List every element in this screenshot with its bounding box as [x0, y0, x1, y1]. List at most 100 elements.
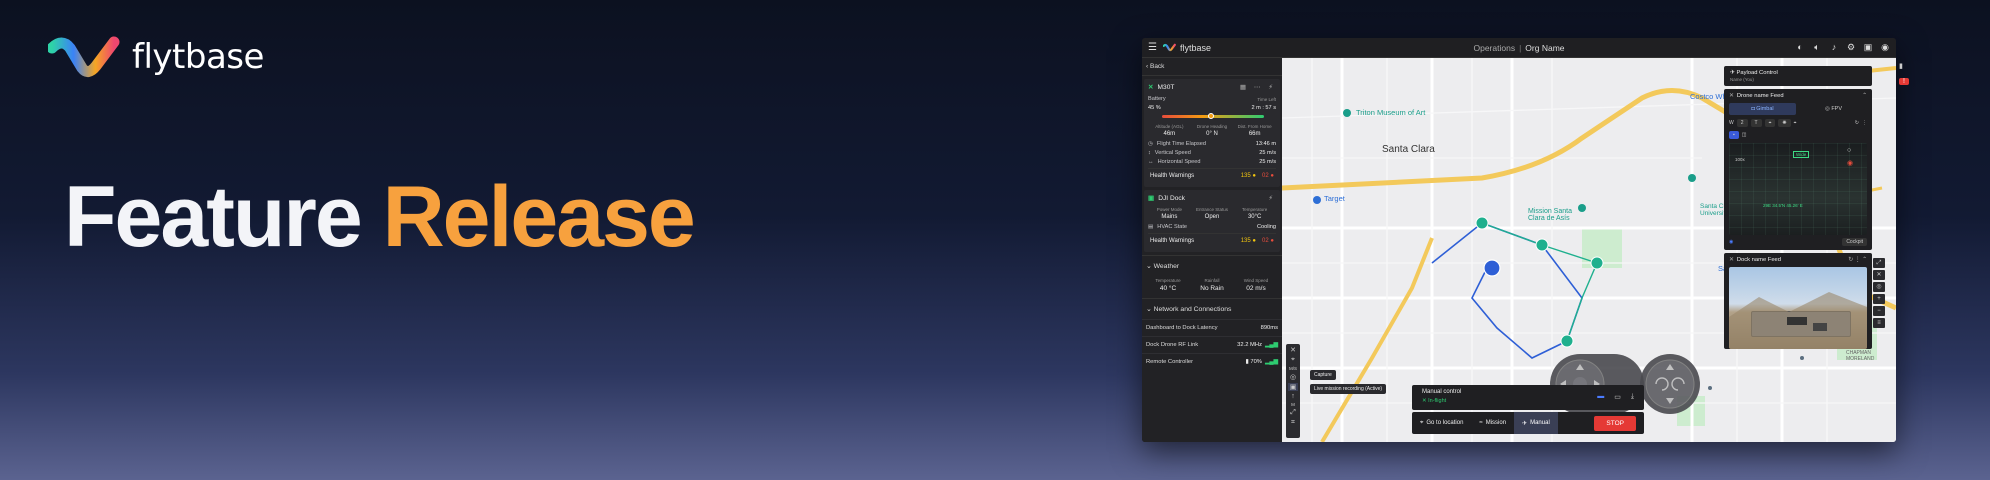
map-tool-ms[interactable]: M/S [1289, 366, 1297, 371]
view-split-icon[interactable]: ◫ [1742, 132, 1747, 138]
zoom-tele[interactable]: T [1750, 119, 1762, 127]
altitude-value: 46m [1163, 131, 1176, 137]
hvac-label: HVAC State [1157, 224, 1188, 230]
controller-icon[interactable]: ▭ [1614, 393, 1621, 401]
settings-icon[interactable]: ⚙ [1846, 42, 1856, 53]
stop-button[interactable]: STOP [1594, 415, 1636, 431]
latency-value: 890ms [1260, 325, 1278, 331]
eye-icon[interactable]: ◉ [1729, 239, 1733, 245]
mission-button[interactable]: ≈ Mission [1471, 412, 1514, 434]
compass-icon[interactable]: ◎ [1873, 282, 1885, 292]
chevron-up-icon[interactable]: ⌃ [1862, 93, 1867, 99]
back-button[interactable]: ‹ Back [1142, 58, 1282, 76]
health-warnings-label: Health Warnings [1150, 173, 1195, 179]
signal-icon: ▂▄▆ [1264, 342, 1278, 348]
manual-button[interactable]: ✈︎ Manual [1514, 412, 1558, 434]
close-icon[interactable]: ✕ [1729, 257, 1734, 263]
view-toggle: ▪ ◫ [1729, 131, 1867, 139]
map-tool-m[interactable]: M [1291, 402, 1295, 407]
zoom-2[interactable]: 2 [1736, 119, 1748, 127]
cockpit-button[interactable]: Cockpit [1842, 238, 1867, 246]
tab-fpv[interactable]: ◎ FPV [1800, 103, 1867, 115]
top-bar: ☰ flytbase Operations | Org Name ◐ 🔈︎ ♪ ⚙ … [1142, 38, 1896, 58]
location-icon[interactable]: ⌖ [1291, 356, 1295, 364]
payload-control[interactable]: ✈︎ Payload Control Name (You) [1724, 66, 1872, 86]
user-icon[interactable]: ◉ [1880, 42, 1890, 53]
map-label-triton: Triton Museum of Art [1356, 108, 1426, 117]
heading-value: 0° N [1206, 131, 1218, 137]
flytbase-logo-icon [1162, 43, 1176, 52]
rc-label: Remote Controller [1146, 359, 1194, 365]
expand-icon[interactable]: ⤢ [1873, 258, 1885, 268]
fpv-icon: ◎ [1824, 106, 1830, 112]
zoom-in-icon[interactable]: + [1873, 294, 1885, 304]
dock-camera-feed[interactable] [1729, 267, 1867, 349]
map-label-santa-clara: Santa Clara [1382, 144, 1435, 155]
layers-icon[interactable]: ≡ [1873, 318, 1885, 328]
manual-control-panel: Manual control ✕ In-flight ▬ ▭ ⤓ [1412, 385, 1644, 410]
gift-icon[interactable]: ▣ [1863, 42, 1873, 53]
dock-card-tools[interactable]: ⚡︎ [1268, 194, 1276, 202]
volume-icon[interactable]: 🔈︎ [1812, 42, 1822, 53]
notification-icon[interactable]: ▮ [1899, 62, 1909, 70]
arrow-up-icon[interactable]: ↑ [1291, 393, 1295, 400]
go-to-location-button[interactable]: ⌖ Go to location [1412, 412, 1471, 434]
close-icon[interactable]: ✕ [1873, 270, 1885, 280]
drone-name: M30T [1157, 83, 1175, 91]
manual-control-actions: ▬ ▭ ⤓ [1597, 393, 1634, 401]
gamepad-icon[interactable]: ▬ [1597, 393, 1604, 401]
pin-icon: ⌖ [1420, 419, 1424, 426]
app-window: ☰ flytbase Operations | Org Name ◐ 🔈︎ ♪ ⚙ … [1142, 38, 1896, 442]
bell-icon[interactable]: ♪ [1829, 42, 1839, 53]
expand-icon[interactable]: ⤢ [1290, 409, 1296, 417]
vspeed-label: Vertical Speed [1154, 150, 1191, 156]
record-icon[interactable]: ▣ [1288, 383, 1298, 391]
dock-health-warnings[interactable]: Health Warnings 135 ● 02 ● [1148, 233, 1276, 248]
payload-title: Payload Control [1736, 70, 1778, 76]
refresh-icon[interactable]: ↻ [1855, 120, 1859, 126]
joystick-right[interactable] [1640, 354, 1700, 414]
zoom-wide[interactable]: W [1729, 120, 1734, 126]
zoom-out-icon[interactable]: − [1873, 306, 1885, 316]
pin-icon[interactable]: ⌖ [1794, 120, 1797, 126]
record-button-icon[interactable]: ◉ [1847, 159, 1853, 167]
drone-camera-feed[interactable]: 100x Wide 29E 34.5'N 45.26' E ○ ◉ [1729, 143, 1867, 235]
alert-icon[interactable]: ! [1899, 78, 1909, 85]
dock-feed-title: Dock name Feed [1736, 257, 1782, 263]
topbar-actions: ◐ 🔈︎ ♪ ⚙ ▣ ◉ [1795, 42, 1890, 53]
weather-section-toggle[interactable]: ⌄ Weather [1142, 255, 1282, 276]
drone-card-tools[interactable]: ▦ ⋯ ⚡︎ [1240, 83, 1276, 91]
dock-name: DJI Dock [1158, 194, 1185, 202]
joystick-right-pad-icon [1645, 359, 1695, 409]
view-single-icon[interactable]: ▪ [1729, 131, 1739, 139]
go-to-location-label: Go to location [1426, 420, 1464, 426]
sun-icon[interactable]: ✺ [1778, 119, 1791, 127]
drone-feed-card: ✕ Drone name Feed ⌃ ◘ Gimbal ◎ FPV W 2 T ⌖… [1724, 89, 1872, 250]
menu-icon[interactable]: ☰ [1148, 42, 1157, 53]
shutter-icon[interactable]: ○ [1847, 147, 1851, 154]
page-title: Feature Release [64, 168, 696, 267]
capture-icon[interactable]: ◎ [1290, 373, 1296, 381]
crop-icon[interactable]: ⌗ [1291, 419, 1295, 427]
refresh-icon[interactable]: ↻ ⋮ ⌃ [1848, 257, 1867, 263]
crosshair-icon[interactable]: ⌖ [1764, 119, 1776, 127]
toggle-icon[interactable]: ◐ [1795, 42, 1805, 53]
hspeed-label: Horizontal Speed [1157, 159, 1201, 165]
more-icon[interactable]: ⋮ [1862, 120, 1867, 126]
drone-health-warnings[interactable]: Health Warnings 135 ● 02 ● [1148, 168, 1276, 183]
weather-temp-value: 40 °C [1159, 285, 1177, 292]
breadcrumb-org[interactable]: Org Name [1525, 43, 1564, 53]
battery-bar [1162, 113, 1264, 119]
breadcrumb-operations[interactable]: Operations [1473, 43, 1515, 53]
download-icon[interactable]: ⤓ [1631, 393, 1634, 401]
title-word-release: Release [382, 169, 696, 265]
network-section-toggle[interactable]: ⌄ Network and Connections [1142, 298, 1282, 319]
tab-gimbal[interactable]: ◘ Gimbal [1729, 103, 1796, 115]
rain-value: No Rain [1200, 285, 1224, 292]
close-icon[interactable]: ✕ [1729, 93, 1734, 99]
dock-feed-card: ✕ Dock name Feed ↻ ⋮ ⌃ [1724, 253, 1872, 349]
wind-label: Wind Speed [1243, 278, 1269, 283]
close-icon[interactable]: ✕ [1290, 346, 1296, 354]
signal-icon: ▂▄▆ [1264, 359, 1278, 365]
power-label: Power Mode [1156, 207, 1182, 212]
